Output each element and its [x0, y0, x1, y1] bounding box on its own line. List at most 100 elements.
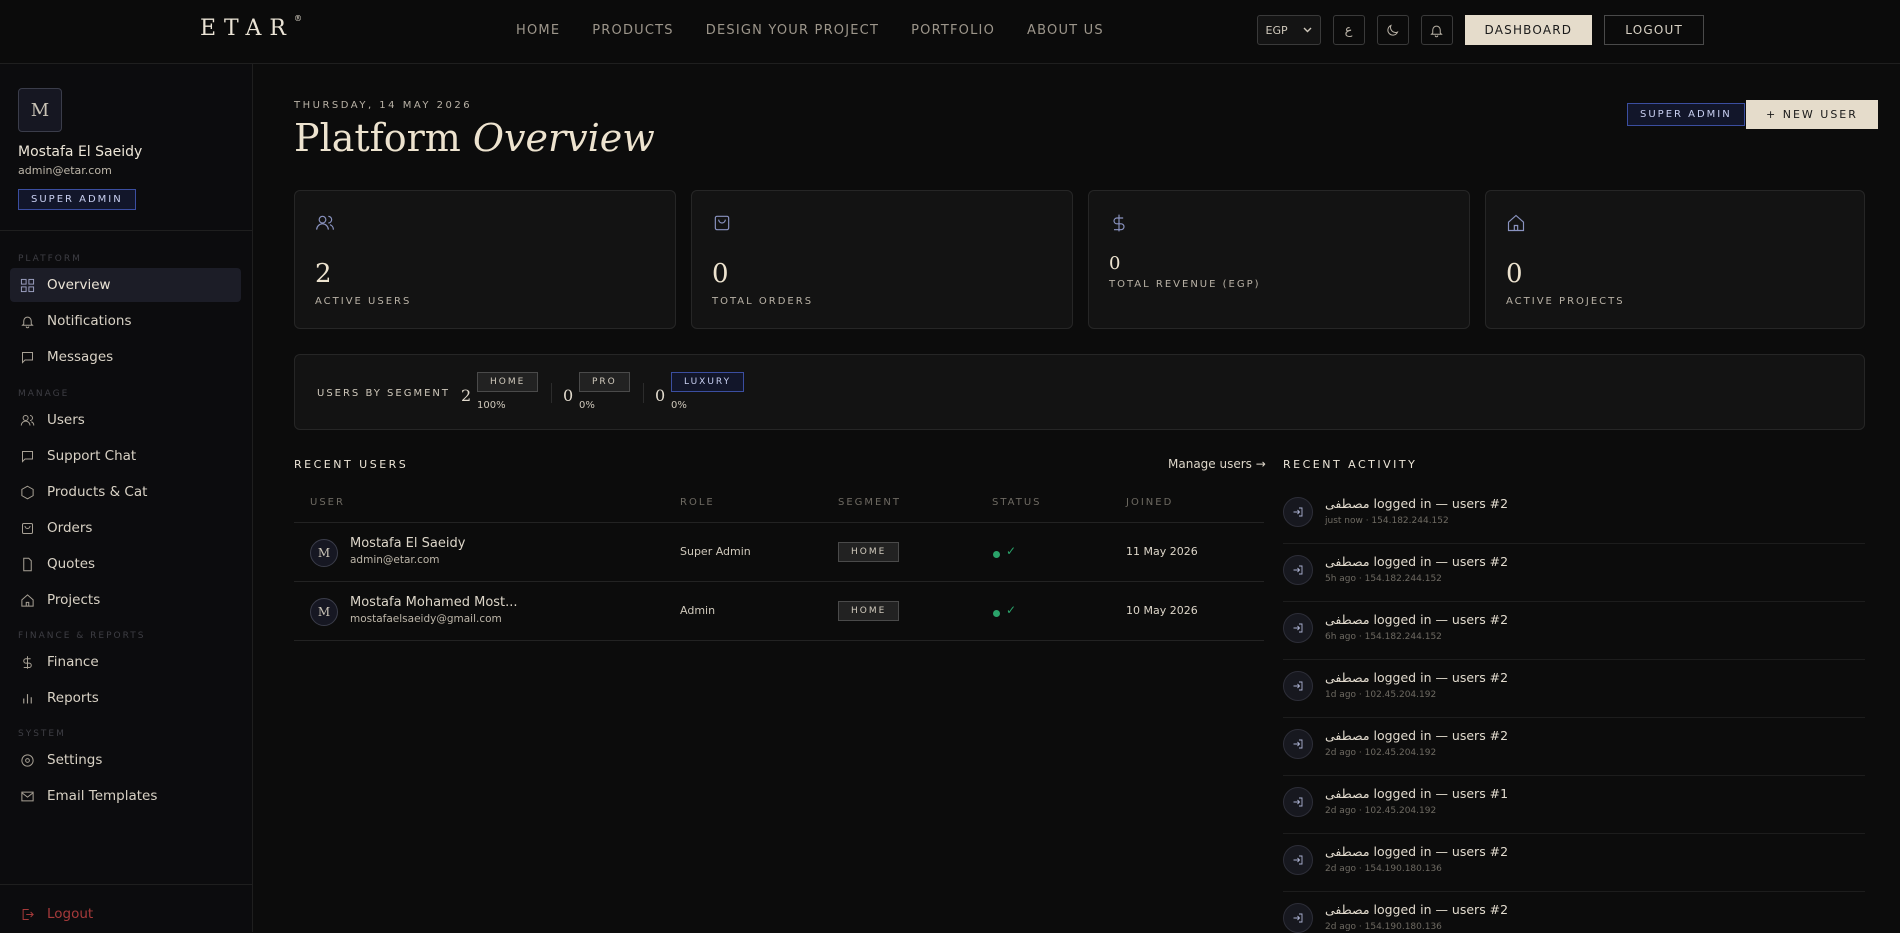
- logout-button[interactable]: LOGOUT: [1604, 15, 1704, 45]
- column-header-segment[interactable]: SEGMENT: [838, 497, 901, 508]
- table-row[interactable]: M Mostafa Mohamed Most... mostafaelsaeid…: [294, 582, 1264, 641]
- activity-item[interactable]: مصطفى logged in — users #2 2d ago · 102.…: [1283, 718, 1865, 776]
- sidebar-item-label: Settings: [47, 752, 103, 768]
- sidebar-item-quotes[interactable]: Quotes: [10, 547, 241, 581]
- activity-meta: 2d ago · 154.190.180.136: [1325, 864, 1442, 874]
- activity-meta: 2d ago · 102.45.204.192: [1325, 748, 1437, 758]
- sidebar-item-messages[interactable]: Messages: [10, 340, 241, 374]
- bar-chart-icon: [23, 693, 32, 703]
- section-label-finance: FINANCE & REPORTS: [18, 631, 146, 641]
- hexagon-icon: [21, 485, 34, 499]
- language-toggle-button[interactable]: ع: [1332, 15, 1365, 45]
- grid-icon: [20, 278, 35, 292]
- activity-text: مصطفى logged in — users #2: [1325, 844, 1509, 859]
- stat-label: ACTIVE USERS: [315, 296, 412, 307]
- nav-link-about[interactable]: ABOUT US: [1027, 23, 1104, 38]
- divider: [0, 884, 252, 885]
- sidebar-item-support-chat[interactable]: Support Chat: [10, 439, 241, 473]
- mail-icon: [21, 791, 34, 801]
- segment-tag: HOME: [838, 601, 900, 621]
- gear-icon: [21, 753, 34, 767]
- status-dot: [993, 551, 1000, 558]
- sidebar-item-users[interactable]: Users: [10, 403, 241, 437]
- sidebar-item-label: Email Templates: [47, 788, 158, 804]
- column-header-joined[interactable]: JOINED: [1126, 497, 1173, 508]
- activity-meta: 2d ago · 102.45.204.192: [1325, 806, 1437, 816]
- sidebar-item-overview[interactable]: Overview: [10, 268, 241, 302]
- top-navbar: ETAR® HOME PRODUCTS DESIGN YOUR PROJECT …: [0, 0, 1900, 64]
- sidebar-user-name: Mostafa El Saeidy: [18, 144, 143, 160]
- brand-logo[interactable]: ETAR®: [200, 14, 302, 41]
- nav-link-home[interactable]: HOME: [516, 23, 560, 38]
- check-icon: ✓: [1006, 544, 1017, 558]
- sidebar-item-label: Messages: [47, 349, 114, 365]
- theme-toggle-button[interactable]: [1376, 15, 1409, 45]
- activity-item[interactable]: مصطفى logged in — users #2 5h ago · 154.…: [1283, 544, 1865, 602]
- activity-item[interactable]: مصطفى logged in — users #2 6h ago · 154.…: [1283, 602, 1865, 660]
- sidebar-item-products[interactable]: Products & Cat: [10, 475, 241, 509]
- nav-link-design-project[interactable]: DESIGN YOUR PROJECT: [706, 23, 879, 38]
- table-row[interactable]: M Mostafa El Saeidy admin@etar.com Super…: [294, 523, 1264, 582]
- login-icon: [1283, 903, 1313, 933]
- nav-link-products[interactable]: PRODUCTS: [592, 23, 674, 38]
- language-label: ع: [1344, 22, 1353, 38]
- sidebar-item-projects[interactable]: Projects: [10, 583, 241, 617]
- manage-users-link[interactable]: Manage users →: [1168, 457, 1266, 471]
- home-icon: [21, 593, 34, 607]
- joined-date: 10 May 2026: [1126, 604, 1198, 617]
- activity-text: مصطفى logged in — users #2: [1325, 496, 1509, 511]
- activity-item[interactable]: مصطفى logged in — users #2 2d ago · 154.…: [1283, 892, 1865, 933]
- login-icon: [1283, 729, 1313, 759]
- activity-item[interactable]: مصطفى logged in — users #1 2d ago · 102.…: [1283, 776, 1865, 834]
- nav-link-portfolio[interactable]: PORTFOLIO: [911, 23, 995, 38]
- divider: [0, 230, 252, 231]
- activity-meta: 5h ago · 154.182.244.152: [1325, 574, 1442, 584]
- login-icon: [1283, 845, 1313, 875]
- column-header-user[interactable]: USER: [310, 497, 345, 508]
- table-header: USER ROLE SEGMENT STATUS JOINED: [294, 490, 1264, 523]
- sidebar: M Mostafa El Saeidy admin@etar.com SUPER…: [0, 64, 253, 932]
- home-icon: [1507, 214, 1525, 232]
- main-nav: HOME PRODUCTS DESIGN YOUR PROJECT PORTFO…: [516, 23, 1104, 38]
- currency-value: EGP: [1265, 23, 1288, 37]
- user-role: Super Admin: [680, 545, 751, 558]
- dashboard-button[interactable]: DASHBOARD: [1464, 15, 1593, 45]
- current-date: THURSDAY, 14 MAY 2026: [294, 100, 473, 111]
- currency-select[interactable]: EGP: [1256, 15, 1321, 45]
- sidebar-item-settings[interactable]: Settings: [10, 743, 241, 777]
- login-icon: [1283, 787, 1313, 817]
- page-title: Platform Overview: [294, 116, 655, 160]
- notifications-button[interactable]: [1420, 15, 1453, 45]
- activity-item[interactable]: مصطفى logged in — users #2 2d ago · 154.…: [1283, 834, 1865, 892]
- sidebar-item-notifications[interactable]: Notifications: [10, 304, 241, 338]
- column-header-status[interactable]: STATUS: [992, 497, 1042, 508]
- sidebar-logout-button[interactable]: Logout: [10, 897, 241, 931]
- stat-label: ACTIVE PROJECTS: [1506, 296, 1625, 307]
- sidebar-item-orders[interactable]: Orders: [10, 511, 241, 545]
- activity-text: مصطفى logged in — users #2: [1325, 728, 1509, 743]
- sidebar-item-label: Quotes: [47, 556, 96, 572]
- user-name: Mostafa Mohamed Most...: [350, 595, 518, 610]
- moon-icon: [1387, 24, 1399, 36]
- user-name: Mostafa El Saeidy: [350, 536, 466, 551]
- login-icon: [1283, 497, 1313, 527]
- activity-text: مصطفى logged in — users #2: [1325, 670, 1509, 685]
- users-icon: [316, 215, 334, 230]
- login-icon: [1283, 613, 1313, 643]
- segment-percent: 100%: [477, 400, 506, 411]
- segment-tag: PRO: [579, 372, 630, 392]
- dollar-icon: [23, 655, 32, 669]
- stat-value: 0: [1109, 253, 1121, 274]
- divider: [551, 383, 552, 403]
- activity-item[interactable]: مصطفى logged in — users #2 1d ago · 102.…: [1283, 660, 1865, 718]
- role-badge: SUPER ADMIN: [1627, 103, 1745, 126]
- sidebar-item-reports[interactable]: Reports: [10, 681, 241, 715]
- activity-item[interactable]: مصطفى logged in — users #2 just now · 15…: [1283, 486, 1865, 544]
- sidebar-item-email-templates[interactable]: Email Templates: [10, 779, 241, 813]
- segment-percent: 0%: [579, 400, 595, 411]
- sidebar-item-finance[interactable]: Finance: [10, 645, 241, 679]
- users-icon: [20, 414, 35, 426]
- sidebar-item-label: Reports: [47, 690, 99, 706]
- column-header-role[interactable]: ROLE: [680, 497, 715, 508]
- new-user-button[interactable]: + NEW USER: [1746, 100, 1878, 129]
